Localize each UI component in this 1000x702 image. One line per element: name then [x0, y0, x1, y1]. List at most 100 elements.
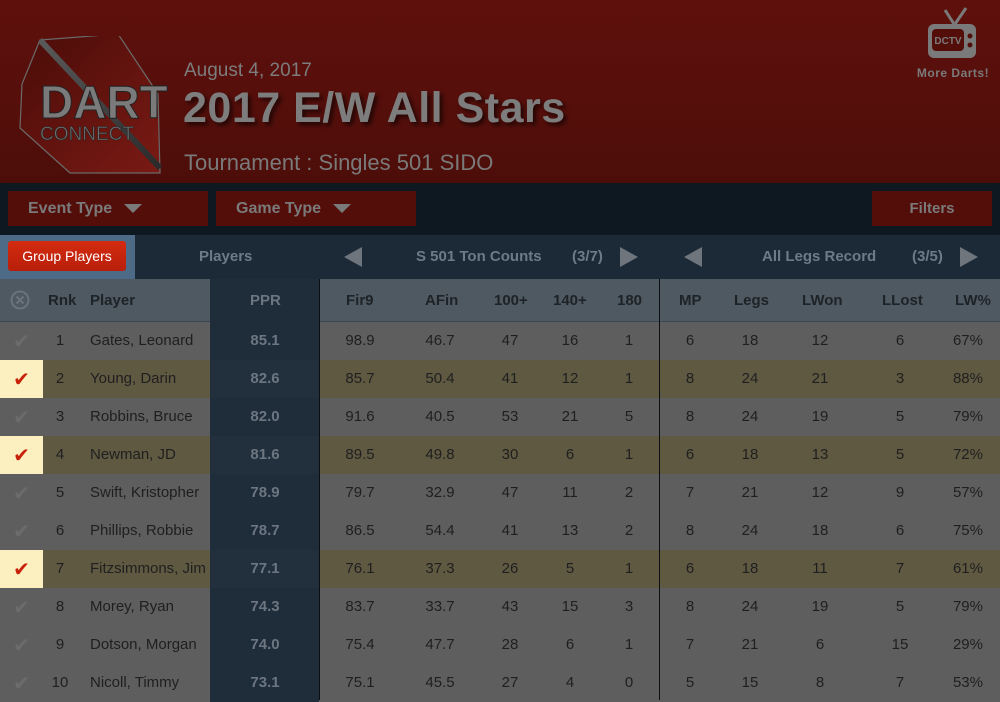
- cell-ppr: 73.1: [250, 674, 280, 691]
- cell-player: Robbins, Bruce: [90, 408, 193, 425]
- table-row[interactable]: ✔ 10 Nicoll, Timmy 73.1 75.1 45.5 27 4 0 5 15 8 7 53%: [0, 664, 1000, 702]
- table-row[interactable]: ✔ 9 Dotson, Morgan 74.0 75.4 47.7 28 6 1 7 21 6 15 29…: [0, 626, 1000, 664]
- cell-t140: 6: [565, 446, 575, 463]
- cell-lwon: 8: [815, 674, 825, 691]
- col-header-player[interactable]: Player: [90, 292, 135, 309]
- cell-llost: 9: [895, 484, 905, 501]
- cell-t180: 1: [624, 636, 634, 653]
- cell-lwp: 79%: [952, 598, 983, 615]
- cell-llost: 5: [895, 446, 905, 463]
- cell-lwp: 72%: [952, 446, 983, 463]
- cell-fir9: 85.7: [345, 370, 375, 387]
- cell-legs: 24: [741, 370, 759, 387]
- col-header-140plus[interactable]: 140+: [553, 292, 587, 309]
- cell-t100: 47: [501, 484, 519, 501]
- cell-player: Young, Darin: [90, 370, 177, 387]
- cell-mp: 7: [685, 636, 695, 653]
- filters-button[interactable]: Filters: [872, 191, 992, 226]
- cell-rnk: 10: [51, 674, 69, 691]
- prev-legs-record-arrow-icon[interactable]: [684, 247, 702, 267]
- cell-lwon: 19: [811, 408, 829, 425]
- next-legs-record-arrow-icon[interactable]: [960, 247, 978, 267]
- tournament-subtitle: Tournament : Singles 501 SIDO: [184, 150, 494, 175]
- cell-lwon: 13: [811, 446, 829, 463]
- cell-player: Morey, Ryan: [90, 598, 174, 615]
- cell-mp: 8: [685, 370, 695, 387]
- cell-fir9: 76.1: [345, 560, 375, 577]
- cell-t100: 26: [501, 560, 519, 577]
- cell-ppr: 78.9: [250, 484, 280, 501]
- cell-lwp: 53%: [952, 674, 983, 691]
- players-section-label: Players: [199, 248, 253, 265]
- table-row[interactable]: ✔ 4 Newman, JD 81.6 89.5 49.8 30 6 1 6 18 13 5 72%: [0, 436, 1000, 474]
- ton-counts-section-title: S 501 Ton Counts: [416, 248, 542, 265]
- tv-icon: DCTV: [928, 7, 976, 58]
- event-type-dropdown[interactable]: Event Type: [8, 191, 208, 226]
- cell-t100: 41: [501, 370, 519, 387]
- cell-mp: 6: [685, 560, 695, 577]
- col-header-lw-pct[interactable]: LW%: [955, 292, 991, 309]
- cell-t140: 15: [561, 598, 579, 615]
- cell-ppr: 74.0: [250, 636, 280, 653]
- col-header-ppr[interactable]: PPR: [250, 292, 281, 309]
- cell-afin: 33.7: [425, 598, 455, 615]
- table-row[interactable]: ✔ 8 Morey, Ryan 74.3 83.7 33.7 43 15 3 8 24 19 5 79%: [0, 588, 1000, 626]
- cell-ppr: 74.3: [250, 598, 280, 615]
- cell-fir9: 75.1: [345, 674, 375, 691]
- cell-lwon: 19: [811, 598, 829, 615]
- cell-t100: 28: [501, 636, 519, 653]
- cell-legs: 24: [741, 408, 759, 425]
- cell-lwon: 21: [811, 370, 829, 387]
- cell-t140: 11: [562, 484, 578, 501]
- cell-legs: 18: [741, 560, 759, 577]
- cell-llost: 7: [895, 674, 905, 691]
- cell-t140: 6: [565, 636, 575, 653]
- cell-player: Gates, Leonard: [90, 332, 194, 349]
- prev-ton-counts-arrow-icon[interactable]: [344, 247, 362, 267]
- cell-rnk: 8: [55, 598, 65, 615]
- cell-legs: 18: [741, 332, 759, 349]
- cell-lwp: 29%: [952, 636, 983, 653]
- cell-legs: 21: [741, 484, 759, 501]
- table-row[interactable]: ✔ 2 Young, Darin 82.6 85.7 50.4 41 12 1 8 24 21 3 88%: [0, 360, 1000, 398]
- cell-ppr: 82.0: [250, 408, 280, 425]
- cell-player: Nicoll, Timmy: [90, 674, 180, 691]
- cell-afin: 46.7: [425, 332, 455, 349]
- table-row[interactable]: ✔ 1 Gates, Leonard 85.1 98.9 46.7 47 16 1 6 18 12 6 6…: [0, 322, 1000, 360]
- col-header-afin[interactable]: AFin: [425, 292, 458, 309]
- col-header-mp[interactable]: MP: [679, 292, 702, 309]
- cell-mp: 8: [685, 522, 695, 539]
- table-row[interactable]: ✔ 6 Phillips, Robbie 78.7 86.5 54.4 41 13 2 8 24 18…: [0, 512, 1000, 550]
- table-row[interactable]: ✔ 5 Swift, Kristopher 78.9 79.7 32.9 47 11 2 7 21 1…: [0, 474, 1000, 512]
- cell-lwon: 12: [811, 332, 829, 349]
- cell-player: Phillips, Robbie: [90, 522, 194, 539]
- col-header-rnk[interactable]: Rnk: [48, 292, 76, 309]
- col-header-lwon[interactable]: LWon: [802, 292, 843, 309]
- cell-fir9: 86.5: [345, 522, 375, 539]
- page-title: 2017 E/W All Stars: [183, 84, 566, 132]
- col-header-fir9[interactable]: Fir9: [346, 292, 374, 309]
- cell-lwon: 12: [811, 484, 829, 501]
- cell-afin: 49.8: [425, 446, 455, 463]
- cell-lwon: 18: [811, 522, 829, 539]
- cell-lwp: 61%: [952, 560, 983, 577]
- filter-toolbar: Event Type Game Type Filters: [0, 183, 1000, 235]
- next-ton-counts-arrow-icon[interactable]: [620, 247, 638, 267]
- col-header-llost[interactable]: LLost: [882, 292, 923, 309]
- table-row[interactable]: ✔ 3 Robbins, Bruce 82.0 91.6 40.5 53 21 5 8 24 19 5 7…: [0, 398, 1000, 436]
- col-header-180[interactable]: 180: [617, 292, 642, 309]
- cell-fir9: 75.4: [345, 636, 375, 653]
- cell-t100: 27: [501, 674, 519, 691]
- table-row[interactable]: ✔ 7 Fitzsimmons, Jim 77.1 76.1 37.3 26 5 1 6 18 11 7…: [0, 550, 1000, 588]
- cell-t100: 30: [501, 446, 519, 463]
- cell-player: Dotson, Morgan: [90, 636, 197, 653]
- cell-afin: 37.3: [425, 560, 455, 577]
- col-header-legs[interactable]: Legs: [734, 292, 769, 309]
- game-type-dropdown[interactable]: Game Type: [216, 191, 416, 226]
- more-darts-button[interactable]: DCTV More Darts!: [910, 6, 1000, 86]
- clear-selection-icon[interactable]: [10, 290, 30, 310]
- cell-llost: 6: [895, 332, 905, 349]
- group-players-button[interactable]: Group Players: [8, 241, 126, 271]
- col-header-100plus[interactable]: 100+: [494, 292, 528, 309]
- cell-t180: 2: [624, 522, 634, 539]
